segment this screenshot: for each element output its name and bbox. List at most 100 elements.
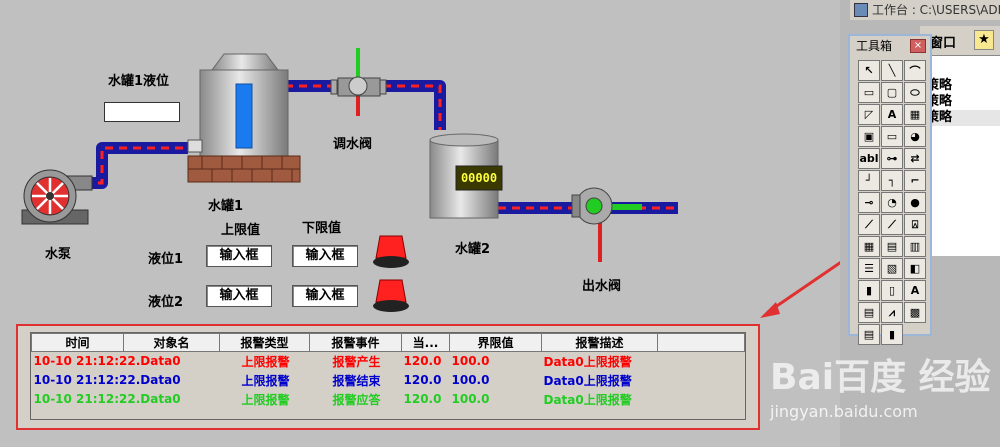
close-icon[interactable]: × (910, 39, 926, 53)
tree-item[interactable]: 策略 (926, 78, 1000, 94)
level2-upper-input[interactable]: 输入框 (206, 285, 272, 307)
tank1-level-bar (235, 83, 253, 149)
history-trend-tool-icon[interactable]: ⟋ (881, 214, 903, 235)
valve-tool-icon[interactable]: ⊸ (858, 192, 880, 213)
watermark-logo: Bai百度 经验 (770, 357, 991, 398)
tank1-level-display (104, 102, 180, 122)
button-tool-icon[interactable]: ◧ (904, 258, 926, 279)
storage-tool-icon[interactable]: ▧ (881, 258, 903, 279)
pointer-tool-icon[interactable]: ↖ (858, 60, 880, 81)
table-row[interactable]: 10-10 21:12:22.Data0 上限报警 报警应答 120.0 100.0 Da… (32, 390, 745, 409)
col-limit[interactable]: 界限值 (449, 333, 542, 352)
globe-tool-icon[interactable]: ◕ (904, 126, 926, 147)
tank2-label: 水罐2 (455, 242, 491, 257)
picture-tool-icon[interactable]: ▦ (904, 104, 926, 125)
toolbox-window[interactable]: 工具箱 × ↖ ╲ ⌒ ▭ ▢ ⬭ ◸ A ▦ ▣ ▭ ◕ abl ⊶ ⇄ ┘ ┐ ⌐ ⊸ ◔ ● ⟋ ⟋ ⍓ ▦ ▤ ▥ ☰ ▧ ◧ ▮ ▯… (848, 34, 932, 345)
workbench-titlebar: 工作台 : C:\USERS\ADM (850, 0, 1000, 20)
tank2-digital-display: 00000 (460, 171, 498, 185)
alarm-cell-limit: 100.0 (451, 354, 490, 369)
report-tool-icon[interactable]: ▤ (881, 236, 903, 257)
alarm-cell-type: 上限报警 (241, 373, 290, 388)
alarm-header-row: 时间 对象名 报警类型 报警事件 当... 界限值 报警描述 (31, 333, 745, 352)
slider-tool-icon[interactable]: ⊶ (881, 148, 903, 169)
tab-window[interactable]: 窗口 (930, 32, 956, 51)
input-box-tool-icon[interactable]: abl (858, 148, 880, 169)
data-tool-icon[interactable]: ▤ (858, 324, 880, 345)
alarm-cell-blank (658, 390, 745, 409)
tab-star-icon[interactable]: ★ (974, 30, 994, 50)
col-alarm-event[interactable]: 报警事件 (309, 333, 402, 352)
pump-label: 水泵 (45, 247, 72, 262)
alarm-cell-time: 10-10 21:12:22.Data0 (33, 373, 181, 387)
text-tool-icon[interactable]: A (881, 104, 903, 125)
alarm-cell-event: 报警产生 (332, 354, 381, 369)
frame-tool-icon[interactable]: ▭ (881, 126, 903, 147)
step-line-tool-icon[interactable]: ┐ (881, 170, 903, 191)
rounded-rect-tool-icon[interactable]: ▢ (881, 82, 903, 103)
file-tool-icon[interactable]: A (904, 280, 926, 301)
col-object[interactable]: 对象名 (123, 333, 220, 352)
grid-tool-icon[interactable]: ▩ (904, 302, 926, 323)
tank1-level-label: 水罐1液位 (108, 74, 170, 89)
corner-tool-icon[interactable]: ┘ (858, 170, 880, 191)
alarm-lamp-1 (373, 235, 409, 268)
col-current[interactable]: 当... (401, 333, 450, 352)
alarm-cell-limit: 100.0 (451, 392, 490, 406)
alarm-cell-description: Data0上限报警 (543, 392, 632, 407)
alarm-tool-icon[interactable]: ⍓ (904, 214, 926, 235)
table-row[interactable]: 10-10 21:12:22.Data0 上限报警 报警产生 120.0 100.0 Da… (32, 352, 745, 371)
chart-tool-icon[interactable]: ▯ (881, 280, 903, 301)
list-tool-icon[interactable]: ☰ (858, 258, 880, 279)
level1-label: 液位1 (148, 252, 184, 267)
workbench-tree[interactable]: 策略 策略 策略 (920, 56, 1000, 256)
upper-limit-header: 上限值 (221, 223, 261, 238)
workbench-title: 工作台 : C:\USERS\ADM (872, 3, 1000, 17)
flow-tool-icon[interactable]: ⇄ (904, 148, 926, 169)
curve-tool-icon[interactable]: ⌐ (904, 170, 926, 191)
alarm-cell-blank (658, 371, 745, 390)
alarm-lamp-2 (373, 279, 409, 312)
toolbox-grid: ↖ ╲ ⌒ ▭ ▢ ⬭ ◸ A ▦ ▣ ▭ ◕ abl ⊶ ⇄ ┘ ┐ ⌐ ⊸ ◔ ● ⟋ ⟋ ⍓ ▦ ▤ ▥ ☰ ▧ ◧ ▮ ▯ A ▤ ⩘ ▩ ▤ ▮ (858, 60, 926, 345)
polygon-tool-icon[interactable]: ◸ (858, 104, 880, 125)
workbench-tabbar: 窗口 ★ (920, 26, 1000, 56)
bitmap-tool-icon[interactable]: ▣ (858, 126, 880, 147)
col-time[interactable]: 时间 (31, 333, 124, 352)
alarm-grid: 时间 对象名 报警类型 报警事件 当... 界限值 报警描述 10-10 21:… (31, 333, 745, 409)
graph-tool-icon[interactable]: ▤ (858, 302, 880, 323)
level1-lower-input[interactable]: 输入框 (292, 245, 358, 267)
alarm-cell-description: Data0上限报警 (543, 373, 632, 388)
col-alarm-type[interactable]: 报警类型 (219, 333, 310, 352)
line-tool-icon[interactable]: ╲ (881, 60, 903, 81)
tank1-label: 水罐1 (208, 199, 244, 214)
design-canvas[interactable]: 水罐1液位 水泵 水罐1 调水阀 水罐2 出水阀 00000 上限值 下限值 液… (0, 0, 840, 447)
rectangle-tool-icon[interactable]: ▭ (858, 82, 880, 103)
alarm-rows: 10-10 21:12:22.Data0 上限报警 报警产生 120.0 100.0 Da… (32, 352, 745, 409)
alarm-table[interactable]: 时间 对象名 报警类型 报警事件 当... 界限值 报警描述 10-10 21:… (16, 324, 760, 430)
ellipse-tool-icon[interactable]: ⬭ (904, 82, 926, 103)
alarm-cell-time: 10-10 21:12:22.Data0 (33, 354, 181, 369)
gauge-tool-icon[interactable]: ◔ (881, 192, 903, 213)
table-tool-icon[interactable]: ▦ (858, 236, 880, 257)
trend-tool-icon[interactable]: ⟋ (858, 214, 880, 235)
water-pump (21, 169, 93, 225)
col-description[interactable]: 报警描述 (541, 333, 658, 352)
level2-label: 液位2 (148, 295, 184, 310)
control-valve (330, 48, 387, 116)
alarm-cell-type: 上限报警 (241, 354, 290, 369)
arc-tool-icon[interactable]: ⌒ (904, 60, 926, 81)
level1-upper-input[interactable]: 输入框 (206, 245, 272, 267)
level2-lower-input[interactable]: 输入框 (292, 285, 358, 307)
database-tool-icon[interactable]: ▥ (904, 236, 926, 257)
line-chart-tool-icon[interactable]: ⩘ (881, 302, 903, 323)
indicator-tool-icon[interactable]: ● (904, 192, 926, 213)
tree-item[interactable]: 策略 (926, 94, 1000, 110)
col-blank (657, 333, 745, 352)
tree-item[interactable]: 策略 (926, 110, 1000, 126)
table-row[interactable]: 10-10 21:12:22.Data0 上限报警 报警结束 120.0 100.0 Da… (32, 371, 745, 390)
histogram-tool-icon[interactable]: ▮ (881, 324, 903, 345)
alarm-cell-current: 120.0 (403, 373, 442, 387)
tank1 (187, 53, 289, 159)
bar-chart-tool-icon[interactable]: ▮ (858, 280, 880, 301)
alarm-cell-event: 报警应答 (332, 392, 381, 407)
brick-base (187, 155, 301, 183)
